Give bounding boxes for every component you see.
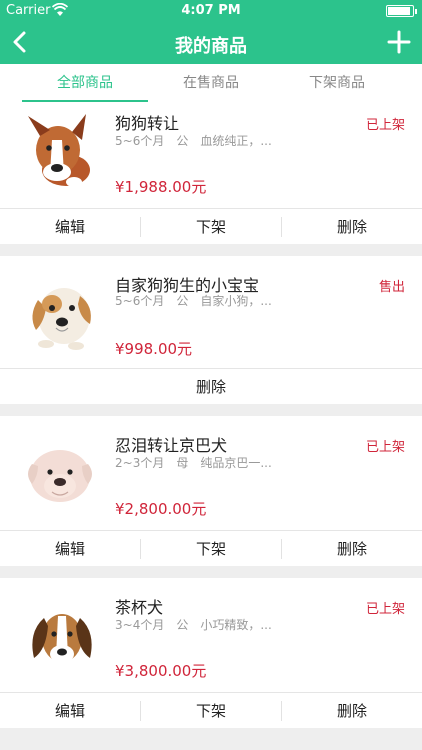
- product-photo: [28, 450, 92, 502]
- product-card: 狗狗转让 5~6个月 公 血统纯正，... ¥1,988.00元 已上架 编辑 …: [0, 102, 422, 244]
- product-price: ¥998.00元: [115, 340, 193, 358]
- product-price: ¥2,800.00元: [115, 500, 207, 518]
- product-description: 2~3个月 母 纯品京巴一...: [115, 456, 272, 470]
- status-badge: 已上架: [365, 602, 405, 617]
- tab-bar: 全部商品 在售商品 下架商品: [0, 64, 422, 102]
- delete-button[interactable]: 删除: [0, 369, 422, 405]
- product-photo: [28, 114, 90, 187]
- clock: 4:07 PM: [181, 3, 241, 18]
- product-photo: [32, 614, 92, 674]
- unlist-button[interactable]: 下架: [141, 531, 281, 567]
- product-description: 5~6个月 公 血统纯正，...: [115, 134, 272, 148]
- unlist-button[interactable]: 下架: [141, 209, 281, 245]
- action-bar: 删除: [0, 368, 422, 404]
- product-info[interactable]: 自家狗狗生的小宝宝 5~6个月 公 自家小狗，... ¥998.00元 售出: [0, 256, 422, 368]
- product-name: 狗狗转让: [115, 114, 180, 133]
- delete-button[interactable]: 删除: [282, 693, 422, 729]
- status-badge: 售出: [378, 280, 405, 295]
- product-card: 茶杯犬 3~4个月 公 小巧精致，... ¥3,800.00元 已上架 编辑 下…: [0, 578, 422, 728]
- product-card: 自家狗狗生的小宝宝 5~6个月 公 自家小狗，... ¥998.00元 售出 删…: [0, 256, 422, 404]
- delete-button[interactable]: 删除: [282, 209, 422, 245]
- page-title: 我的商品: [175, 36, 247, 57]
- delete-button[interactable]: 删除: [282, 531, 422, 567]
- product-info[interactable]: 茶杯犬 3~4个月 公 小巧精致，... ¥3,800.00元 已上架: [0, 578, 422, 692]
- status-bar: Carrier 4:07 PM: [0, 0, 422, 22]
- product-description: 5~6个月 公 自家小狗，...: [115, 294, 272, 308]
- action-bar: 编辑 下架 删除: [0, 208, 422, 244]
- edit-button[interactable]: 编辑: [0, 693, 140, 729]
- product-price: ¥1,988.00元: [115, 178, 207, 196]
- action-bar: 编辑 下架 删除: [0, 692, 422, 728]
- unlist-button[interactable]: 下架: [141, 693, 281, 729]
- nav-bar: 我的商品: [0, 22, 422, 64]
- edit-button[interactable]: 编辑: [0, 531, 140, 567]
- battery-icon: [386, 5, 417, 17]
- tab-all-products[interactable]: 全部商品: [15, 64, 155, 102]
- tab-off-shelf[interactable]: 下架商品: [267, 64, 407, 102]
- edit-button[interactable]: 编辑: [0, 209, 140, 245]
- status-badge: 已上架: [365, 440, 405, 455]
- product-photo: [32, 288, 91, 350]
- plus-icon: [387, 30, 411, 54]
- product-info[interactable]: 狗狗转让 5~6个月 公 血统纯正，... ¥1,988.00元 已上架: [0, 102, 422, 208]
- add-product-button[interactable]: [384, 27, 414, 57]
- product-description: 3~4个月 公 小巧精致，...: [115, 618, 272, 632]
- tab-on-sale[interactable]: 在售商品: [141, 64, 281, 102]
- product-info[interactable]: 忍泪转让京巴犬 2~3个月 母 纯品京巴一... ¥2,800.00元 已上架: [0, 416, 422, 530]
- product-card: 忍泪转让京巴犬 2~3个月 母 纯品京巴一... ¥2,800.00元 已上架 …: [0, 416, 422, 566]
- product-name: 忍泪转让京巴犬: [115, 436, 228, 455]
- product-price: ¥3,800.00元: [115, 662, 207, 680]
- product-name: 茶杯犬: [115, 598, 164, 617]
- action-bar: 编辑 下架 删除: [0, 530, 422, 566]
- status-badge: 已上架: [365, 118, 405, 133]
